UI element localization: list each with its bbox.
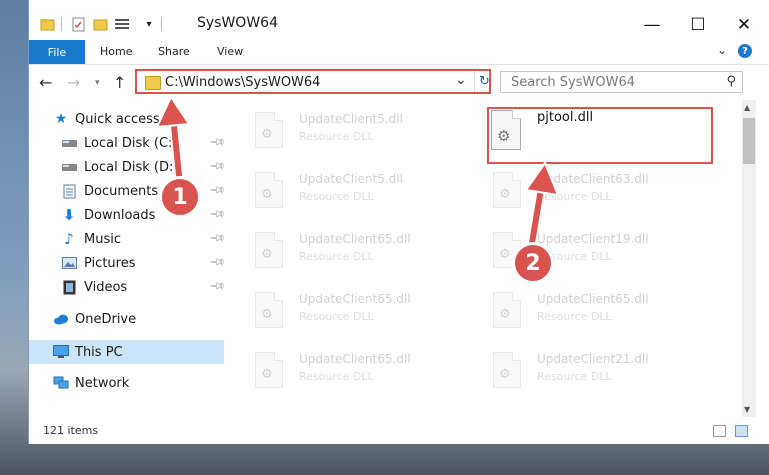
step-2-badge: 2 (512, 242, 554, 284)
annotation-arrows (155, 94, 560, 260)
arrow-1 (155, 94, 191, 190)
step-1-badge: 1 (159, 176, 201, 218)
